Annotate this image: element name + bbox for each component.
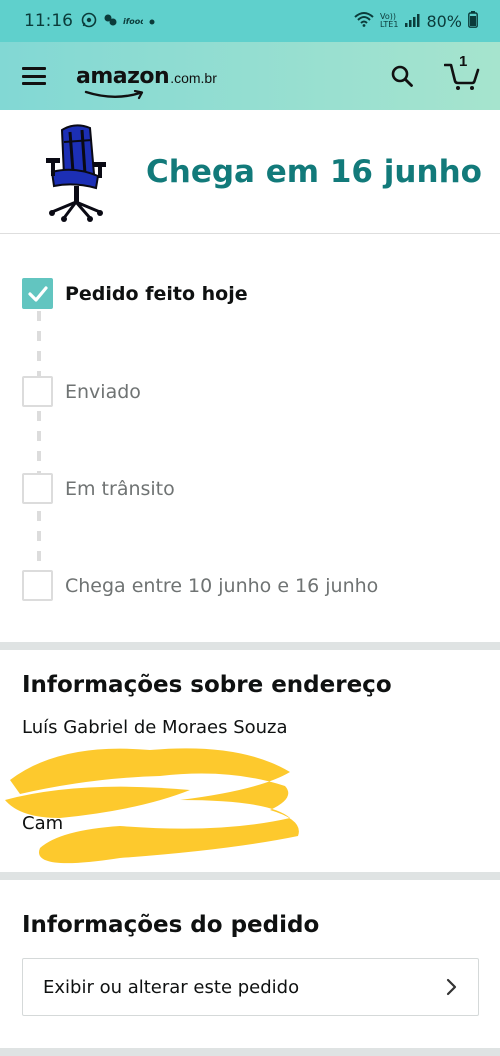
whatsapp-icon bbox=[81, 12, 97, 31]
volte-lte-indicator: Vo)) LTE1 bbox=[380, 13, 398, 29]
cart-count-badge: 1 bbox=[459, 53, 468, 70]
status-bar: 11:16 ifood Vo)) LTE1 80% bbox=[0, 0, 500, 42]
app-notification-icon bbox=[102, 12, 118, 31]
step-checkbox bbox=[22, 376, 53, 407]
delivery-summary: Chega em 16 junho bbox=[0, 110, 500, 234]
svg-text:ifood: ifood bbox=[123, 17, 143, 26]
network-label: LTE1 bbox=[380, 20, 399, 29]
app-header: amazon .com.br 1 bbox=[0, 42, 500, 110]
delivery-date-title: Chega em 16 junho bbox=[146, 153, 482, 190]
step-checkbox-checked bbox=[22, 278, 53, 309]
status-time: 11:16 bbox=[24, 11, 73, 31]
cart-button[interactable]: 1 bbox=[444, 53, 480, 91]
shipment-tracker: Pedido feito hoje Enviado Em trânsito Ch… bbox=[0, 235, 500, 642]
tracker-step-shipped: Enviado bbox=[22, 376, 141, 407]
view-edit-order-label: Exibir ou alterar este pedido bbox=[43, 976, 300, 998]
wifi-icon bbox=[354, 11, 374, 31]
system-indicators: Vo)) LTE1 80% bbox=[354, 10, 478, 32]
hamburger-menu-button[interactable] bbox=[20, 63, 48, 89]
section-divider bbox=[0, 872, 500, 880]
step-label: Em trânsito bbox=[65, 477, 175, 500]
amazon-logo[interactable]: amazon .com.br bbox=[76, 63, 217, 99]
tracker-step-in-transit: Em trânsito bbox=[22, 473, 175, 504]
signal-icon bbox=[404, 12, 420, 31]
product-thumbnail[interactable] bbox=[40, 122, 110, 222]
step-checkbox bbox=[22, 473, 53, 504]
battery-icon bbox=[468, 10, 478, 32]
tracker-progress-line bbox=[37, 311, 41, 571]
menu-icon-bar bbox=[22, 67, 46, 70]
search-icon bbox=[391, 65, 413, 87]
amazon-smile-icon bbox=[84, 89, 144, 99]
menu-icon-bar bbox=[22, 82, 46, 85]
order-section-title: Informações do pedido bbox=[22, 912, 320, 938]
menu-icon-bar bbox=[22, 74, 46, 78]
redaction-scribble bbox=[5, 748, 299, 864]
step-label: Enviado bbox=[65, 380, 141, 403]
address-section: Informações sobre endereço Luís Gabriel … bbox=[0, 650, 500, 872]
logo-text: amazon bbox=[76, 63, 170, 89]
step-label: Pedido feito hoje bbox=[65, 282, 248, 305]
notification-icons: ifood bbox=[81, 12, 156, 31]
view-edit-order-button[interactable]: Exibir ou alterar este pedido bbox=[22, 958, 479, 1016]
battery-percentage: 80% bbox=[426, 11, 462, 31]
order-info-section: Informações do pedido Exibir ou alterar … bbox=[0, 880, 500, 1048]
checkmark-icon bbox=[27, 285, 48, 302]
section-divider bbox=[0, 1048, 500, 1056]
tracker-step-arrives: Chega entre 10 junho e 16 junho bbox=[22, 570, 378, 601]
ifood-icon: ifood bbox=[123, 14, 146, 29]
tracker-step-ordered: Pedido feito hoje bbox=[22, 278, 248, 309]
logo-domain: .com.br bbox=[170, 69, 217, 86]
step-checkbox bbox=[22, 570, 53, 601]
section-divider bbox=[0, 642, 500, 650]
search-button[interactable] bbox=[390, 64, 414, 88]
chevron-right-icon bbox=[446, 978, 457, 996]
step-label: Chega entre 10 junho e 16 junho bbox=[65, 574, 379, 597]
more-notifications-dot-icon bbox=[148, 14, 156, 29]
